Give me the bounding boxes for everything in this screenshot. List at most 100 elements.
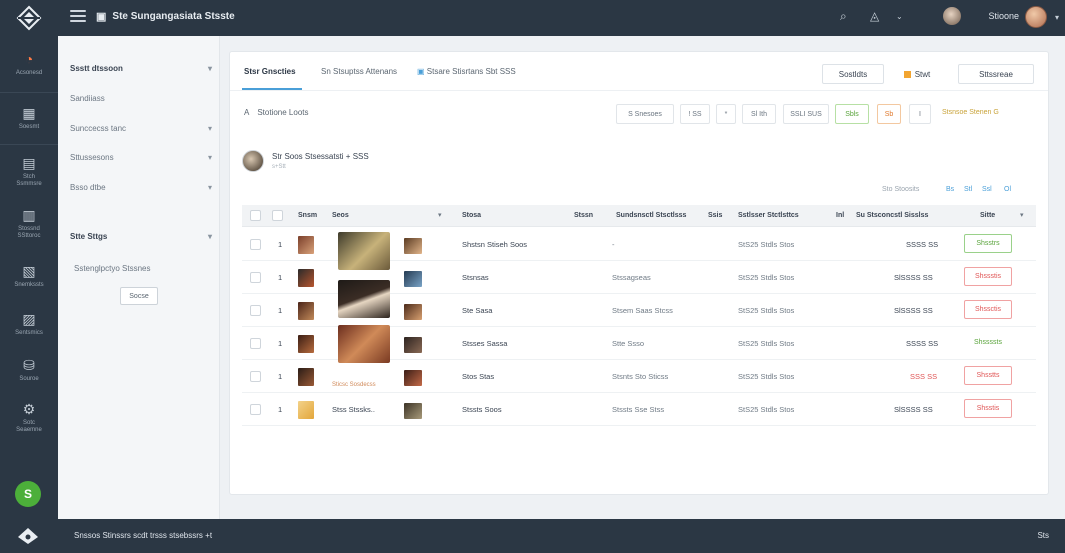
row-checkbox[interactable] <box>250 239 261 250</box>
page-link[interactable]: Bs <box>946 186 954 193</box>
table-row[interactable]: 1 Stos Stas Stsnts Sto Sticss StS25 Stdl… <box>242 360 1036 393</box>
column-header[interactable]: Stosa <box>462 212 481 219</box>
product-name: Stsnsas <box>462 273 489 282</box>
user-avatar[interactable] <box>1025 6 1047 28</box>
row-checkbox[interactable] <box>250 371 261 382</box>
store-avatar[interactable] <box>242 150 264 172</box>
product-thumbnail <box>298 236 314 254</box>
rail-item-marketing[interactable]: ▧ Snemkssts <box>0 250 58 302</box>
header-primary-button[interactable]: Sostldts <box>822 64 884 84</box>
rail-item-source[interactable]: ⛁ Souroe <box>0 344 58 396</box>
status-badge[interactable]: Shssctis <box>964 300 1012 319</box>
sort-chevron-icon[interactable]: ▾ <box>438 211 442 219</box>
table-row[interactable]: 1 Ste Sasa Stsem Saas Stcss StS25 Stdls … <box>242 280 1036 327</box>
date: StS25 Stdls Stos <box>738 240 795 249</box>
status-badge[interactable]: Shssssts <box>964 333 1012 352</box>
row-checkbox[interactable] <box>250 338 261 349</box>
app-title-text: Ste Sungangasiata Stsste <box>112 11 235 22</box>
toolbar-button[interactable]: * <box>716 104 736 124</box>
toolbar-button[interactable]: S Snesoes <box>616 104 674 124</box>
tab-active[interactable]: Stsr Gnscties <box>244 67 296 87</box>
status-badge[interactable]: Shsstrs <box>964 234 1012 253</box>
toolbar-button[interactable]: Sl Ith <box>742 104 776 124</box>
gauge-icon: ◔ <box>24 50 34 67</box>
row-checkbox[interactable] <box>250 404 261 415</box>
toolbar-button[interactable]: ! SS <box>680 104 710 124</box>
product-name: Stos Stas <box>462 372 495 381</box>
rail-item-settings[interactable]: ⚙ Sotc Seaemne <box>0 390 58 446</box>
user-name[interactable]: Stioone <box>988 11 1019 21</box>
product-thumbnail <box>298 401 314 419</box>
subnav-item[interactable]: Bsso dtbe ▾ <box>70 179 212 195</box>
header-tertiary-button[interactable]: Sttssreae <box>958 64 1034 84</box>
app-logo[interactable] <box>0 0 58 36</box>
tab-secondary[interactable]: Sn Stsuptss Attenans <box>321 67 397 87</box>
row-index: 1 <box>278 240 283 249</box>
table-row[interactable]: 1 Shstsn Stiseh Soos - StS25 Stdls Stos … <box>242 228 1036 270</box>
page-link[interactable]: Stl <box>964 186 972 193</box>
row-checkbox[interactable] <box>250 272 261 283</box>
footer-right-text[interactable]: Sts <box>1037 531 1049 540</box>
subnav-item[interactable]: Sandiiass <box>70 90 212 106</box>
sort-chevron-icon[interactable]: ▾ <box>1020 211 1024 219</box>
category: Stte Ssso <box>612 339 645 348</box>
footer-logo[interactable] <box>16 526 40 546</box>
status-badge[interactable]: Shssstis <box>964 267 1012 286</box>
search-row[interactable]: A Stotione Loots <box>244 108 309 117</box>
row-checkbox[interactable] <box>250 305 261 316</box>
page-link[interactable]: Ol <box>1004 186 1011 193</box>
subnav-item[interactable]: Sttussesons ▾ <box>70 149 212 165</box>
toolbar-link[interactable]: Stsnsoe Stenen G <box>942 109 999 116</box>
column-header[interactable]: Snsm <box>298 212 317 219</box>
secondary-avatar[interactable] <box>943 7 961 25</box>
page-link[interactable]: Ssl <box>982 186 992 193</box>
search-icon[interactable]: ⌕ <box>840 9 847 24</box>
toolbar-button[interactable]: I <box>909 104 931 124</box>
subnav-section-header[interactable]: Stte Sttgs ▾ <box>70 228 212 244</box>
date: StS25 Stdls Stos <box>738 306 795 315</box>
subnav-action-button[interactable]: Socse <box>120 287 158 305</box>
variant-thumbnail <box>404 403 422 419</box>
rail-item-dashboard[interactable]: ◔ Acsonesd <box>0 38 58 90</box>
status-badge[interactable]: Shsstis <box>964 399 1012 418</box>
column-header[interactable]: Ssis <box>708 212 722 219</box>
column-header[interactable]: Stssn <box>574 212 593 219</box>
rail-item-storage[interactable]: ▥ Stossnd SSttoroc <box>0 196 58 252</box>
select-page-checkbox[interactable] <box>272 210 283 221</box>
price: SSS SS <box>910 372 938 381</box>
user-menu-chevron-icon[interactable]: ▾ <box>1055 13 1059 22</box>
toolbar-button-orange[interactable]: Sb <box>877 104 901 124</box>
column-header[interactable]: Su Stsconcstl Sisslss <box>856 212 928 219</box>
price: SSSS SS <box>906 240 939 249</box>
subnav-section-header[interactable]: Ssstt dtssoon ▾ <box>70 60 212 76</box>
bell-icon[interactable]: ◬ <box>870 9 879 23</box>
menu-toggle-button[interactable] <box>70 10 86 24</box>
tab-tertiary[interactable]: ▣ Stsare Stisrtans Sbt SSS <box>417 67 516 87</box>
subnav-note-text: Sstenglpctyo Stssnes <box>74 263 151 273</box>
chevron-down-icon: ▾ <box>207 152 212 162</box>
column-header[interactable]: Sitte <box>980 212 995 219</box>
chevron-down-icon[interactable]: ⌄ <box>896 12 903 21</box>
toolbar-button-green[interactable]: Sbls <box>835 104 869 124</box>
column-header[interactable]: Seos <box>332 212 349 219</box>
column-header[interactable]: Sundsnsctl Stsctlsss <box>616 212 686 219</box>
table-row[interactable]: 1 Stss Stssks.. Stssts Soos Stssts Sse S… <box>242 393 1036 426</box>
document-icon: ▧ <box>22 262 36 279</box>
subnav-item[interactable]: Sunccecss tanc ▾ <box>70 120 212 136</box>
variant-thumbnail <box>404 337 422 353</box>
rail-item-semantics[interactable]: ▨ Sentsmics <box>0 298 58 350</box>
search-label: Stotione Loots <box>257 108 309 117</box>
table-row[interactable]: 1 Stsses Sassa Stte Ssso StS25 Stdls Sto… <box>242 325 1036 363</box>
rail-item-stock[interactable]: ▤ Stch Ssmmsre <box>0 144 58 200</box>
header-secondary-button[interactable]: Stwt <box>894 64 940 84</box>
toolbar-button[interactable]: SSLI SUS <box>783 104 829 124</box>
status-badge[interactable]: Shsstts <box>964 366 1012 385</box>
product-image[interactable] <box>338 280 390 318</box>
status-badge[interactable]: S <box>15 481 41 507</box>
column-header[interactable]: Inl <box>836 212 844 219</box>
rail-item-reports[interactable]: ▦ Soesmt <box>0 92 58 144</box>
select-all-checkbox[interactable] <box>250 210 261 221</box>
column-header[interactable]: Sstlsser Stctlsttcs <box>738 212 799 219</box>
app-title: ▣ Ste Sungangasiata Stsste <box>96 10 235 23</box>
product-image[interactable] <box>338 325 390 363</box>
